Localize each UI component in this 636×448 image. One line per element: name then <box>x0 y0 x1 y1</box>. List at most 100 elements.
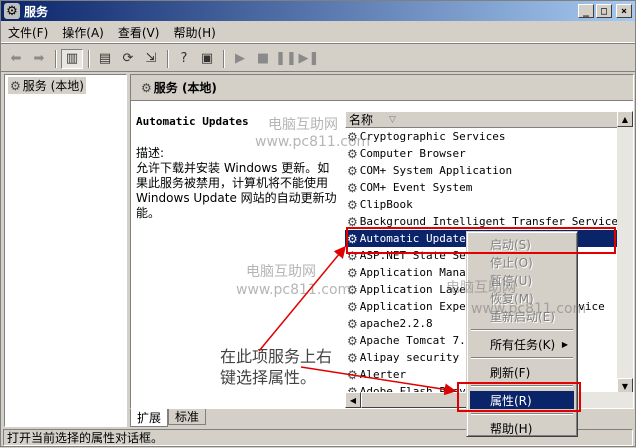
service-gear-icon: ⚙ <box>347 129 358 144</box>
title-bar[interactable]: ⚙ 服务 _ □ × <box>1 1 635 21</box>
menu-separator <box>471 357 573 359</box>
services-window: ⚙ 服务 _ □ × 文件(F) 操作(A) 查看(V) 帮助(H) ⬅ ➡ ▥… <box>0 0 636 447</box>
window-title: 服务 <box>24 4 49 19</box>
service-gear-icon: ⚙ <box>347 146 358 161</box>
menu-item-stop[interactable]: 停止(O) <box>470 253 574 271</box>
properties-icon[interactable]: ▤ <box>94 49 116 69</box>
service-name: Alerter <box>359 368 407 381</box>
service-name: COM+ Event System <box>359 181 473 194</box>
services-gear-icon: ⚙ <box>141 80 152 95</box>
service-gear-icon: ⚙ <box>347 163 358 178</box>
instruction-line: 键选择属性。 <box>220 368 317 387</box>
scroll-left-icon[interactable]: ◀ <box>345 392 361 408</box>
column-header-label: 名称 <box>349 113 374 127</box>
tab-extended[interactable]: 扩展 <box>130 409 169 427</box>
toolbar-separator <box>167 49 169 68</box>
service-row[interactable]: ⚙ ClipBook <box>345 196 633 213</box>
refresh-icon[interactable]: ⟳ <box>117 49 139 69</box>
pane-header: ⚙ 服务 (本地) <box>131 75 633 101</box>
service-gear-icon: ⚙ <box>347 180 358 195</box>
menu-item-pause[interactable]: 暂停(U) <box>470 271 574 289</box>
service-name: COM+ System Application <box>359 164 513 177</box>
menu-view[interactable]: 查看(V) <box>111 24 167 41</box>
service-gear-icon: ⚙ <box>347 282 358 297</box>
service-row[interactable]: ⚙ Background Intelligent Transfer Service <box>345 213 633 230</box>
forward-icon[interactable]: ➡ <box>28 49 50 69</box>
instruction-note: 在此项服务上右 键选择属性。 <box>220 346 332 388</box>
service-name: Background Intelligent Transfer Service <box>359 215 619 228</box>
context-menu: 启动(S) 停止(O) 暂停(U) 恢复(M) 重新启动(E) 所有任务(K) … <box>466 231 578 437</box>
pause-icon[interactable]: ❚❚ <box>275 49 297 69</box>
toolbar-separator <box>223 49 225 68</box>
description-text: 允许下载并安装 Windows 更新。如果此服务被禁用，计算机将不能使用 Win… <box>136 161 337 220</box>
toolbar-separator <box>55 49 57 68</box>
console-icon[interactable]: ▣ <box>196 49 218 69</box>
play-icon[interactable]: ▶ <box>229 49 251 69</box>
service-name: Cryptographic Services <box>359 130 506 143</box>
show-tree-icon[interactable]: ▥ <box>61 48 83 69</box>
help-icon[interactable]: ? <box>173 49 195 69</box>
service-gear-icon: ⚙ <box>347 214 358 229</box>
tree-node-label: 服务 (本地) <box>22 79 84 93</box>
service-gear-icon: ⚙ <box>347 333 358 348</box>
description-label: 描述: <box>136 146 165 160</box>
menu-separator <box>471 413 573 415</box>
service-title: Automatic Updates <box>136 115 249 128</box>
menu-item-resume[interactable]: 恢复(M) <box>470 289 574 307</box>
service-name: ClipBook <box>359 198 413 211</box>
restart-icon[interactable]: ▶❚ <box>298 49 320 69</box>
column-header-name[interactable]: 名称 ▽ <box>345 111 633 128</box>
back-icon[interactable]: ⬅ <box>5 49 27 69</box>
service-gear-icon: ⚙ <box>347 299 358 314</box>
menu-item-help[interactable]: 帮助(H) <box>470 419 574 437</box>
service-name: apache2.2.8 <box>359 317 433 330</box>
menu-separator <box>471 385 573 387</box>
submenu-arrow-icon: ▶ <box>561 339 568 349</box>
toolbar-separator <box>88 49 90 68</box>
menu-item-properties[interactable]: 属性(R) <box>470 391 574 409</box>
scroll-up-icon[interactable]: ▲ <box>617 111 633 127</box>
menu-bar: 文件(F) 操作(A) 查看(V) 帮助(H) <box>1 23 635 43</box>
stop-icon[interactable]: ■ <box>252 49 274 69</box>
menu-help[interactable]: 帮助(H) <box>166 24 222 41</box>
sort-indicator-icon: ▽ <box>389 114 396 125</box>
service-gear-icon: ⚙ <box>347 265 358 280</box>
tab-standard[interactable]: 标准 <box>168 409 207 425</box>
services-gear-icon: ⚙ <box>4 3 20 19</box>
view-tabs: 扩展 标准 <box>130 409 207 427</box>
service-gear-icon: ⚙ <box>347 248 358 263</box>
menu-item-label: 所有任务(K) <box>490 337 556 352</box>
toolbar: ⬅ ➡ ▥ ▤ ⟳ ⇲ ? ▣ ▶ ■ ❚❚ ▶❚ <box>1 46 635 72</box>
service-gear-icon: ⚙ <box>347 231 358 246</box>
service-gear-icon: ⚙ <box>347 367 358 382</box>
services-gear-icon: ⚙ <box>10 78 21 93</box>
service-gear-icon: ⚙ <box>347 316 358 331</box>
export-icon[interactable]: ⇲ <box>140 49 162 69</box>
menu-file[interactable]: 文件(F) <box>1 24 55 41</box>
service-row[interactable]: ⚙ Computer Browser <box>345 145 633 162</box>
instruction-line: 在此项服务上右 <box>220 347 333 366</box>
service-name: Automatic Updates <box>359 232 473 245</box>
tree-node-services-local[interactable]: ⚙ 服务 (本地) <box>8 77 86 94</box>
service-name: Apache Tomcat 7.0 <box>359 334 473 347</box>
menu-item-refresh[interactable]: 刷新(F) <box>470 363 574 381</box>
menu-separator <box>471 329 573 331</box>
service-gear-icon: ⚙ <box>347 350 358 365</box>
minimize-button[interactable]: _ <box>578 4 594 18</box>
service-gear-icon: ⚙ <box>347 197 358 212</box>
scrollbar-thumb[interactable] <box>361 392 481 408</box>
pane-header-title: 服务 (本地) <box>153 81 217 95</box>
vertical-scrollbar[interactable]: ▲ ▼ <box>617 111 633 394</box>
service-row[interactable]: ⚙ COM+ Event System <box>345 179 633 196</box>
service-row[interactable]: ⚙ Cryptographic Services <box>345 128 633 145</box>
menu-item-restart[interactable]: 重新启动(E) <box>470 307 574 325</box>
service-row[interactable]: ⚙ COM+ System Application <box>345 162 633 179</box>
menu-action[interactable]: 操作(A) <box>55 24 111 41</box>
menu-item-all-tasks[interactable]: 所有任务(K) ▶ <box>470 335 574 353</box>
service-name: Computer Browser <box>359 147 466 160</box>
close-button[interactable]: × <box>616 4 632 18</box>
menu-item-start[interactable]: 启动(S) <box>470 235 574 253</box>
service-description-panel: Automatic Updates 描述: 允许下载并安装 Windows 更新… <box>136 115 341 221</box>
maximize-button[interactable]: □ <box>596 4 612 18</box>
console-tree: ⚙ 服务 (本地) <box>4 74 127 427</box>
